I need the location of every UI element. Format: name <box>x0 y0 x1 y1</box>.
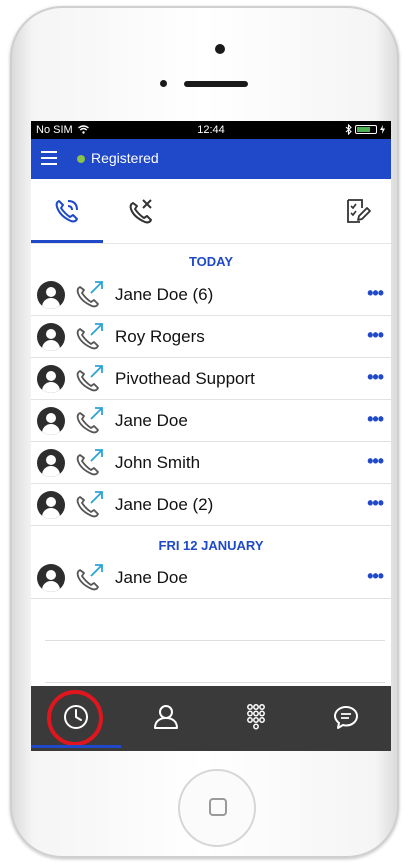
edit-list-icon <box>347 199 371 223</box>
date-header: TODAY <box>188 254 234 269</box>
avatar <box>37 407 65 435</box>
app-screen: No SIM 12:44 Registered TODAY Jane Doe (… <box>31 121 391 751</box>
avatar <box>37 365 65 393</box>
call-row[interactable]: Jane Doe ••• <box>31 400 391 442</box>
nav-dialpad[interactable] <box>211 686 301 748</box>
registration-status: Registered <box>91 150 159 166</box>
nav-active-indicator <box>31 745 121 748</box>
tab-edit-history[interactable] <box>327 179 387 243</box>
divider <box>45 640 385 641</box>
contact-name: Roy Rogers <box>115 327 205 346</box>
nav-messages[interactable] <box>301 686 391 748</box>
contact-name: Jane Doe <box>115 568 188 587</box>
tab-active-indicator <box>31 240 103 243</box>
more-options-icon[interactable]: ••• <box>367 368 384 386</box>
more-options-icon[interactable]: ••• <box>367 284 384 302</box>
call-row[interactable]: Jane Doe ••• <box>31 557 391 599</box>
earpiece-speaker <box>184 81 248 87</box>
outgoing-call-icon <box>76 564 103 591</box>
date-header: FRI 12 JANUARY <box>158 538 264 553</box>
more-options-icon[interactable]: ••• <box>367 494 384 512</box>
dialpad-icon <box>247 704 265 730</box>
avatar <box>37 323 65 351</box>
call-row[interactable]: Roy Rogers ••• <box>31 316 391 358</box>
call-history-list: TODAY Jane Doe (6) ••• Roy Rogers ••• Pi… <box>31 244 391 686</box>
call-row[interactable]: Jane Doe (6) ••• <box>31 274 391 316</box>
contact-name: Jane Doe (6) <box>115 285 214 304</box>
outgoing-call-icon <box>76 281 103 308</box>
call-row[interactable]: Jane Doe (2) ••• <box>31 484 391 526</box>
registration-status-dot <box>77 155 85 163</box>
outgoing-call-icon <box>76 365 103 392</box>
more-options-icon[interactable]: ••• <box>367 410 384 428</box>
bottom-navigation <box>31 686 391 751</box>
proximity-sensor <box>160 80 167 87</box>
phone-calls-icon <box>55 200 78 223</box>
avatar <box>37 491 65 519</box>
tab-all-calls[interactable] <box>31 179 103 243</box>
battery-icon <box>355 125 377 134</box>
front-camera <box>215 44 225 54</box>
missed-call-icon <box>129 199 152 224</box>
charging-icon <box>380 125 385 134</box>
divider <box>45 682 385 683</box>
contact-icon <box>154 705 178 729</box>
app-header: Registered <box>31 139 391 179</box>
outgoing-call-icon <box>76 491 103 518</box>
call-row[interactable]: John Smith ••• <box>31 442 391 484</box>
tab-missed-calls[interactable] <box>111 179 171 243</box>
outgoing-call-icon <box>76 323 103 350</box>
contact-name: John Smith <box>115 453 201 472</box>
home-button-icon <box>209 798 227 816</box>
contact-name: Pivothead Support <box>115 369 255 388</box>
more-options-icon[interactable]: ••• <box>367 452 384 470</box>
history-tabs <box>31 179 391 244</box>
avatar <box>37 449 65 477</box>
status-icons <box>345 124 385 135</box>
highlight-circle <box>47 690 103 746</box>
bluetooth-icon <box>345 124 352 135</box>
contact-name: Jane Doe (2) <box>115 495 214 514</box>
nav-contacts[interactable] <box>121 686 211 748</box>
outgoing-call-icon <box>76 407 103 434</box>
clock: 12:44 <box>197 124 225 136</box>
more-options-icon[interactable]: ••• <box>367 326 384 344</box>
outgoing-call-icon <box>76 449 103 476</box>
nav-history[interactable] <box>31 686 121 748</box>
menu-icon[interactable] <box>41 151 57 165</box>
more-options-icon[interactable]: ••• <box>367 567 384 585</box>
chat-icon <box>334 706 358 729</box>
contact-name: Jane Doe <box>115 411 188 430</box>
call-row[interactable]: Pivothead Support ••• <box>31 358 391 400</box>
avatar <box>37 281 65 309</box>
avatar <box>37 564 65 592</box>
status-bar: No SIM 12:44 <box>31 121 391 139</box>
